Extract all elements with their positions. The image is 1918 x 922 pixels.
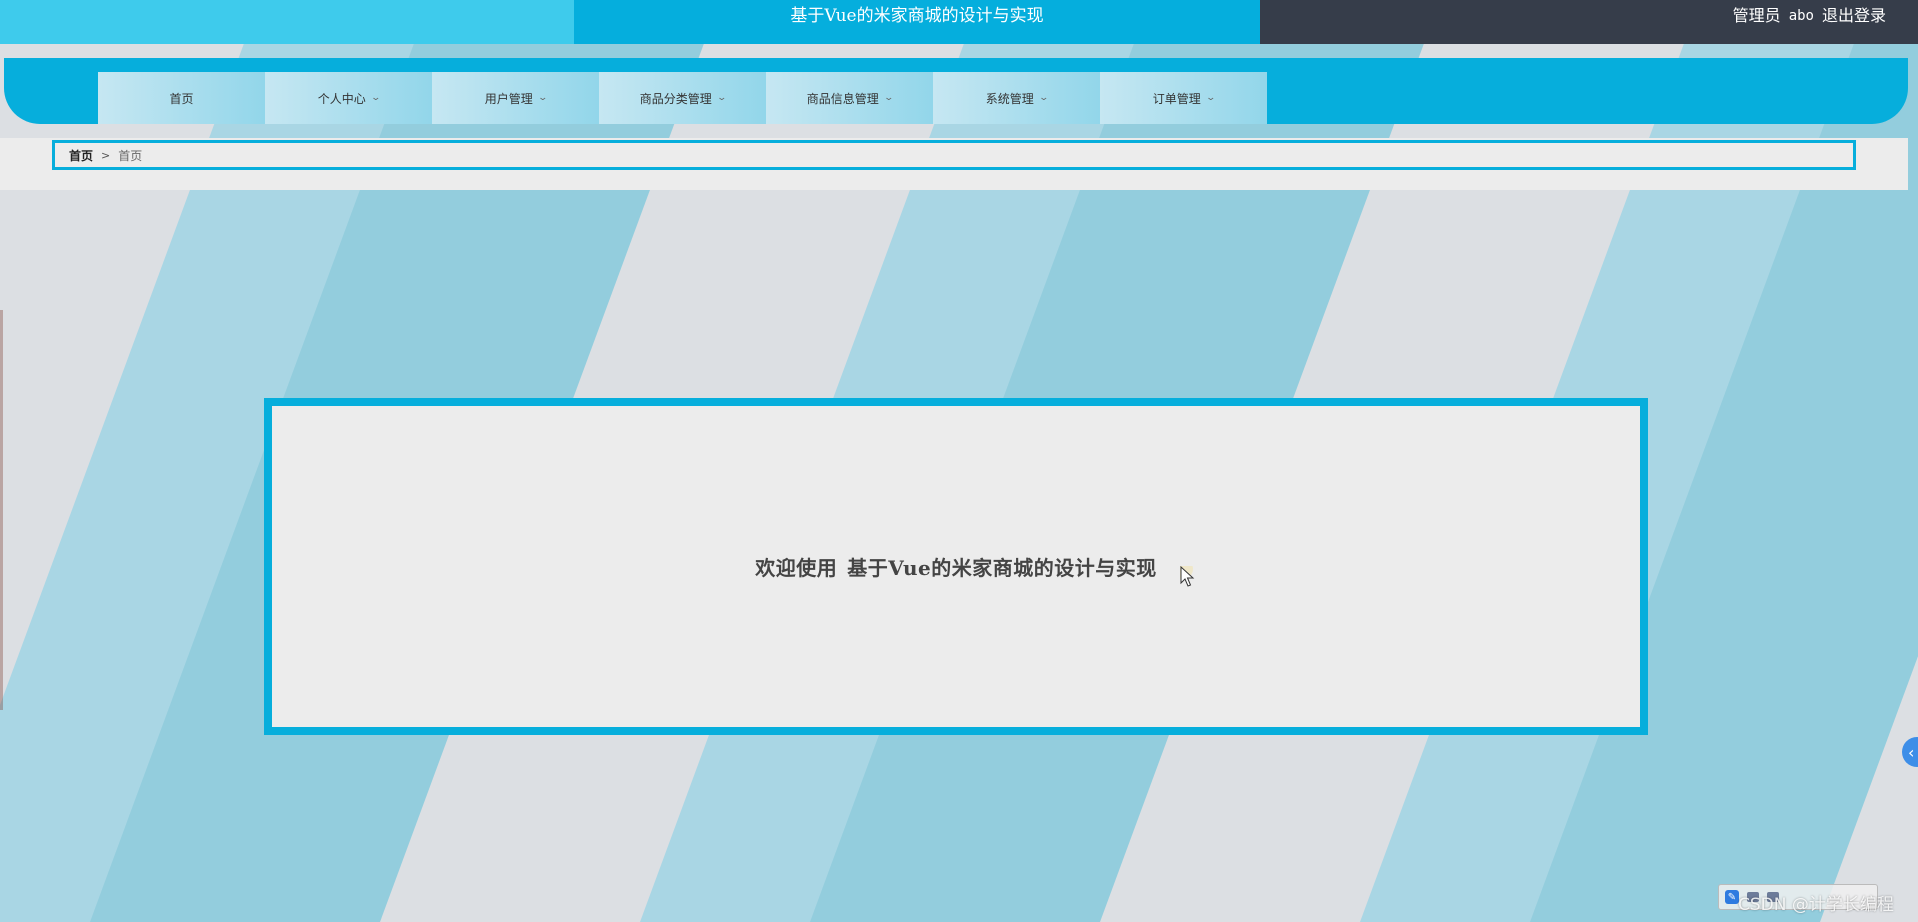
- left-edge-shadow: [0, 310, 3, 710]
- chevron-down-icon: ⌄: [537, 93, 548, 103]
- welcome-message: 欢迎使用 基于Vue的米家商城的设计与实现: [755, 552, 1157, 581]
- welcome-title: 基于Vue的米家商城的设计与实现: [847, 556, 1157, 580]
- nav-item-label: 订单管理: [1152, 91, 1201, 106]
- chevron-left-icon: ‹: [1908, 742, 1915, 762]
- site-title: 基于Vue的米家商城的设计与实现: [790, 6, 1044, 26]
- nav-item-home[interactable]: 首页: [98, 72, 265, 124]
- chevron-right-icon: >: [101, 148, 111, 162]
- top-header: 基于Vue的米家商城的设计与实现 管理员 abo 退出登录: [0, 0, 1918, 44]
- nav-item-order-management[interactable]: 订单管理 ⌄: [1100, 72, 1267, 124]
- nav-item-label: 商品信息管理: [806, 91, 879, 106]
- nav-item-label: 系统管理: [985, 91, 1034, 106]
- logout-button[interactable]: 退出登录: [1822, 0, 1886, 34]
- username-label: abo: [1788, 8, 1814, 24]
- chevron-down-icon: ⌄: [1205, 93, 1216, 103]
- nav-item-label: 首页: [169, 91, 194, 106]
- header-left-block: [0, 0, 574, 44]
- nav-item-personal-center[interactable]: 个人中心 ⌄: [265, 72, 432, 124]
- nav-item-label: 个人中心: [317, 91, 366, 106]
- nav-item-system-management[interactable]: 系统管理 ⌄: [933, 72, 1100, 124]
- nav-item-label: 用户管理: [484, 91, 533, 106]
- nav-item-user-management[interactable]: 用户管理 ⌄: [432, 72, 599, 124]
- chevron-down-icon: ⌄: [1038, 93, 1049, 103]
- user-role-label: 管理员: [1732, 6, 1781, 25]
- nav-item-label: 商品分类管理: [639, 91, 712, 106]
- watermark: CSDN @计学长编程: [1738, 895, 1894, 915]
- chevron-down-icon: ⌄: [883, 93, 894, 103]
- main-nav-menu: 首页 个人中心 ⌄ 用户管理 ⌄ 商品分类管理 ⌄ 商品信息管理 ⌄ 系统管理 …: [98, 72, 1267, 124]
- mouse-pointer-icon: [1180, 566, 1195, 587]
- chevron-down-icon: ⌄: [716, 93, 727, 103]
- welcome-panel: 欢迎使用 基于Vue的米家商城的设计与实现: [264, 398, 1648, 735]
- user-area: 管理员 abo 退出登录: [1733, 0, 1886, 34]
- welcome-prefix: 欢迎使用: [755, 556, 838, 580]
- breadcrumb: 首页 > 首页: [52, 140, 1856, 170]
- breadcrumb-home-link[interactable]: 首页: [69, 147, 93, 164]
- breadcrumb-current: 首页: [118, 148, 143, 163]
- app-icon: ✎: [1725, 890, 1739, 904]
- nav-item-product-management[interactable]: 商品信息管理 ⌄: [766, 72, 933, 124]
- chevron-down-icon: ⌄: [370, 93, 381, 103]
- nav-item-category-management[interactable]: 商品分类管理 ⌄: [599, 72, 766, 124]
